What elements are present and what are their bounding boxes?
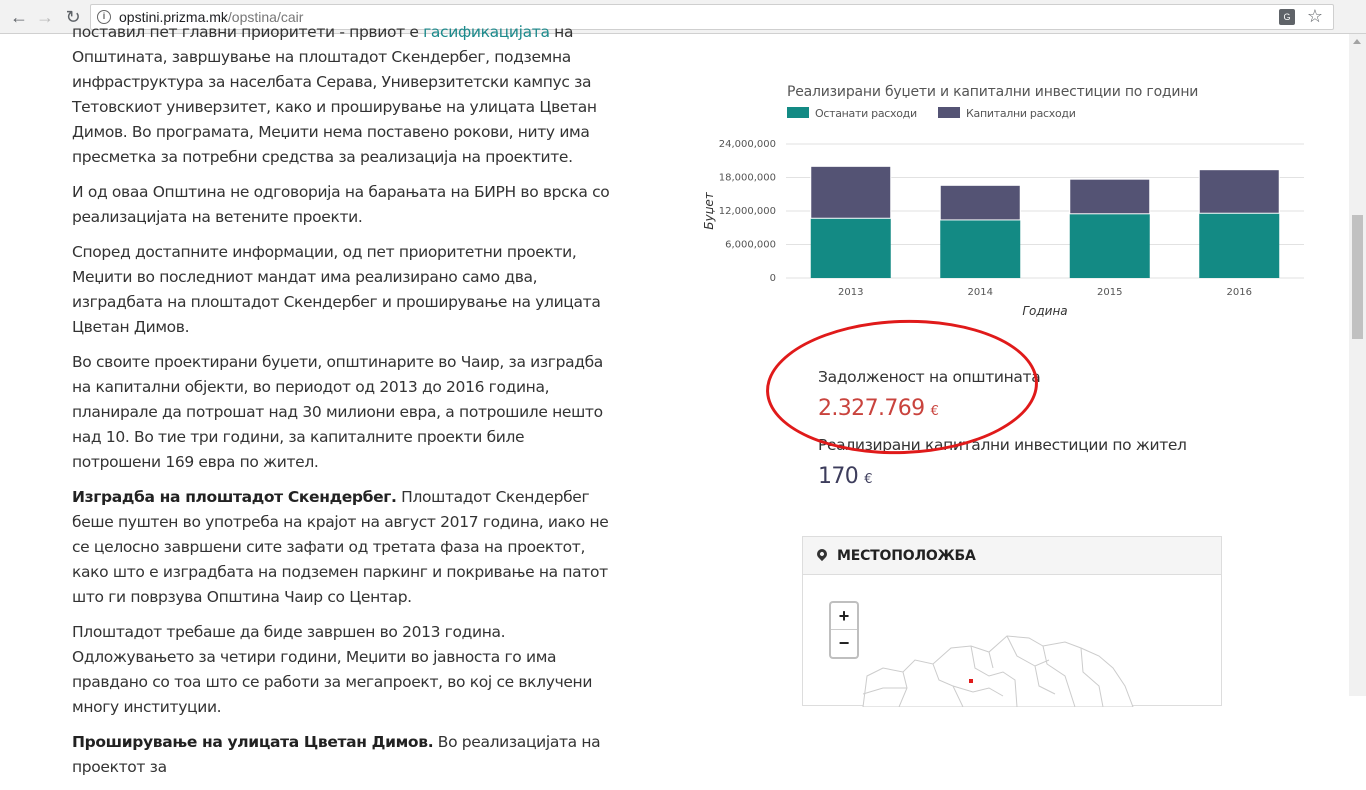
chart-title: Реализирани буџети и капитални инвестици…	[787, 84, 1199, 100]
section-heading: Изградба на плоштадот Скендербег.	[72, 488, 397, 506]
article-body: поставил пет главни приоритети - првиот …	[72, 23, 617, 790]
map-zoom-control: + −	[829, 601, 859, 659]
map-pin-icon	[814, 546, 830, 562]
capex-value: 170 €	[818, 464, 872, 489]
capex-amount: 170	[818, 464, 859, 489]
back-icon[interactable]: ←	[8, 6, 30, 28]
bar-segment	[940, 219, 1021, 278]
bar-segment	[1069, 213, 1150, 278]
zoom-in-button[interactable]: +	[831, 603, 857, 630]
forward-icon[interactable]: →	[34, 6, 56, 28]
legend-item-capital[interactable]: Капитални расходи	[938, 107, 1076, 120]
gasification-link[interactable]: гасификацијата	[423, 23, 550, 41]
article-paragraph: поставил пет главни приоритети - првиот …	[72, 20, 617, 170]
municipality-map[interactable]	[803, 576, 1223, 707]
paragraph-text: на Општината, завршување на плоштадот Ск…	[72, 23, 597, 166]
legend-swatch	[938, 107, 961, 118]
y-tick-label: 18,000,000	[719, 173, 776, 184]
budget-chart: 0 6,000,000 12,000,000 18,000,000 24,000,000…	[702, 139, 1304, 318]
paragraph-text: поставил пет главни приоритети - првиот …	[72, 23, 424, 41]
legend-label: Останати расходи	[815, 107, 917, 120]
translate-icon[interactable]: G	[1279, 9, 1295, 25]
bar-segment	[1199, 213, 1280, 278]
capex-currency: €	[864, 472, 872, 487]
location-header: МЕСТОПОЛОЖБА	[803, 537, 1221, 575]
article-paragraph: И од оваа Општина не одговорија на барањ…	[72, 183, 610, 226]
page-scrollbar[interactable]	[1349, 34, 1366, 696]
bar-segment	[1198, 169, 1280, 214]
legend-swatch	[787, 107, 809, 118]
x-axis-label: Година	[1022, 304, 1067, 318]
bar-segment	[939, 184, 1021, 221]
y-tick-label: 12,000,000	[719, 206, 776, 217]
zoom-out-button[interactable]: −	[831, 630, 857, 657]
y-tick-label: 24,000,000	[719, 139, 776, 150]
location-widget: МЕСТОПОЛОЖБА + −	[802, 536, 1223, 707]
y-tick-label: 0	[770, 273, 776, 284]
x-tick-label: 2016	[1227, 287, 1252, 298]
scrollbar-thumb[interactable]	[1352, 215, 1363, 339]
x-tick-label: 2014	[968, 287, 993, 298]
x-tick-label: 2015	[1097, 287, 1122, 298]
bar-segment	[1069, 178, 1151, 215]
article-paragraph: Проширување на улицата Цветан Димов. Во …	[72, 730, 617, 780]
selected-municipality-marker	[969, 679, 973, 683]
y-axis-label: Буџет	[702, 191, 716, 230]
bar-segment	[810, 218, 891, 278]
article-paragraph: Изградба на плоштадот Скендербег. Плошта…	[72, 485, 617, 610]
scroll-up-arrow-icon[interactable]	[1353, 39, 1361, 44]
bar-segment	[810, 165, 892, 219]
section-heading: Проширување на улицата Цветан Димов.	[72, 733, 434, 751]
article-paragraph: Според достапните информации, од пет при…	[72, 243, 601, 336]
article-paragraph: Во своите проектирани буџети, општинарит…	[72, 353, 603, 471]
bookmark-star-icon[interactable]: ☆	[1307, 6, 1323, 27]
location-heading: МЕСТОПОЛОЖБА	[837, 548, 976, 564]
x-tick-label: 2013	[838, 287, 863, 298]
y-tick-label: 6,000,000	[725, 240, 776, 251]
article-paragraph: Плоштадот требаше да биде завршен во 201…	[72, 623, 593, 716]
legend-label: Капитални расходи	[966, 107, 1076, 120]
chart-legend: Останати расходи Капитални расходи	[787, 107, 1094, 120]
legend-item-other[interactable]: Останати расходи	[787, 107, 917, 120]
